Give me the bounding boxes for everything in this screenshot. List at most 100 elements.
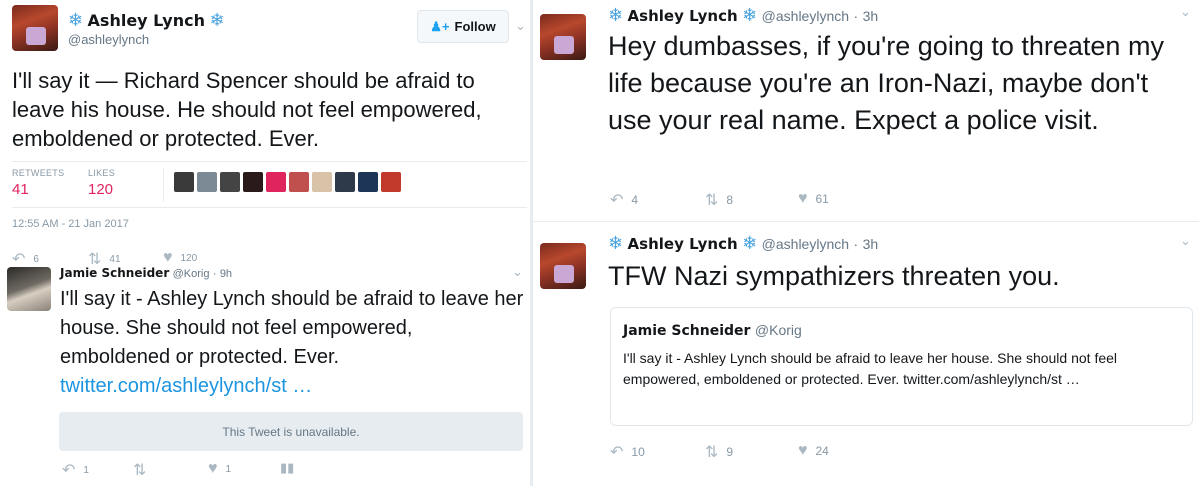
quote-text: I'll say it - Ashley Lynch should be afr… <box>623 350 1118 387</box>
quote-author-name: Jamie Schneider <box>623 323 751 339</box>
liker-avatar[interactable] <box>358 172 378 192</box>
liker-avatar[interactable] <box>197 172 217 192</box>
liker-avatar[interactable] <box>312 172 332 192</box>
divider <box>533 221 1199 222</box>
retweet-icon: ⇅ <box>705 192 719 209</box>
liker-avatar[interactable] <box>381 172 401 192</box>
author-name[interactable]: Ashley Lynch <box>628 7 738 25</box>
tweet-body: I'll say it - Ashley Lynch should be afr… <box>60 288 524 368</box>
like-count: 120 <box>180 252 198 264</box>
retweet-icon: ⇅ <box>133 462 147 479</box>
retweet-action[interactable]: ⇅ 9 <box>705 442 733 462</box>
follow-button[interactable]: ♟+ Follow <box>417 10 509 43</box>
like-action[interactable]: ♥ 1 <box>208 460 231 478</box>
chevron-down-icon[interactable]: ⌄ <box>1180 4 1191 20</box>
author-line: ❄ Ashley Lynch ❄ <box>68 10 225 31</box>
quote-author-handle: @Korig <box>754 322 802 338</box>
quoted-tweet[interactable]: Jamie Schneider @Korig I'll say it - Ash… <box>610 307 1193 426</box>
author-handle[interactable]: @ashleylynch <box>762 236 849 252</box>
reply-icon: ↶ <box>62 462 76 479</box>
avatar[interactable] <box>7 267 51 311</box>
author-line: ❄ Ashley Lynch ❄ @ashleylynch · 3h <box>608 233 879 253</box>
reply-icon: ↶ <box>610 444 624 461</box>
quote-author-line: Jamie Schneider @Korig <box>623 322 802 340</box>
reply-icon: ↶ <box>610 192 624 209</box>
snowflake-icon: ❄ <box>742 5 758 25</box>
analytics-icon: ▮▮ <box>280 460 295 475</box>
likes-count[interactable]: 120 <box>88 181 113 198</box>
author-handle[interactable]: @Korig <box>173 268 210 280</box>
reply-count: 6 <box>33 253 39 265</box>
retweet-count: 9 <box>726 445 734 459</box>
like-count: 1 <box>225 463 232 475</box>
tweet-text: I'll say it — Richard Spencer should be … <box>12 68 482 151</box>
snowflake-icon: ❄ <box>209 10 225 30</box>
like-action[interactable]: ♥ 24 <box>798 442 829 460</box>
liker-avatar[interactable] <box>174 172 194 192</box>
liker-avatar[interactable] <box>220 172 240 192</box>
follow-label: Follow <box>454 19 496 34</box>
retweets-label: RETWEETS <box>12 168 65 178</box>
avatar[interactable] <box>540 14 586 60</box>
heart-icon: ♥ <box>208 460 218 477</box>
author-handle[interactable]: @ashleylynch <box>762 8 849 24</box>
unavailable-tweet-box: This Tweet is unavailable. <box>59 412 523 451</box>
divider <box>12 207 527 208</box>
tweet-time[interactable]: 9h <box>220 268 232 280</box>
like-action[interactable]: ♥ 61 <box>798 190 829 208</box>
timestamp[interactable]: 12:55 AM - 21 Jan 2017 <box>12 218 129 230</box>
left-tweet-card: ❄ Ashley Lynch ❄ @ashleylynch ♟+ Follow … <box>0 0 530 486</box>
unavailable-text: This Tweet is unavailable. <box>222 424 360 439</box>
author-line: ❄ Ashley Lynch ❄ @ashleylynch · 3h <box>608 5 879 25</box>
author-line: Jamie Schneider @Korig · 9h <box>60 266 233 280</box>
reply-action[interactable]: ↶ 1 <box>62 460 89 480</box>
tweet-text: Hey dumbasses, if you're going to threat… <box>608 31 1164 135</box>
tweet-text: I'll say it - Ashley Lynch should be afr… <box>60 285 525 401</box>
likes-label: LIKES <box>88 168 116 178</box>
retweet-icon: ⇅ <box>705 444 719 461</box>
liker-avatar[interactable] <box>266 172 286 192</box>
panel-divider <box>530 0 533 486</box>
reply-icon: ↶ <box>12 251 26 268</box>
reply-action[interactable]: ↶ 10 <box>610 442 645 462</box>
divider <box>12 161 527 162</box>
reply-count: 1 <box>83 464 89 476</box>
tweet-text: TFW Nazi sympathizers threaten you. <box>608 261 1060 291</box>
author-name[interactable]: Ashley Lynch <box>628 235 738 253</box>
retweets-count[interactable]: 41 <box>12 181 29 198</box>
liker-avatar[interactable] <box>243 172 263 192</box>
liker-avatar[interactable] <box>289 172 309 192</box>
like-action[interactable]: ♥ 120 <box>163 249 197 267</box>
retweet-count: 41 <box>109 253 121 265</box>
avatar[interactable] <box>540 243 586 289</box>
retweet-action[interactable]: ⇅ <box>133 460 146 480</box>
author-name[interactable]: Ashley Lynch <box>88 11 205 30</box>
like-count: 61 <box>815 192 829 206</box>
retweet-action[interactable]: ⇅ 8 <box>705 190 733 210</box>
avatar[interactable] <box>12 5 58 51</box>
heart-icon: ♥ <box>798 190 808 207</box>
analytics-action[interactable]: ▮▮ <box>280 460 294 476</box>
liker-avatar[interactable] <box>335 172 355 192</box>
author-handle[interactable]: @ashleylynch <box>68 32 149 47</box>
reply-action[interactable]: ↶ 4 <box>610 190 638 210</box>
author-name[interactable]: Jamie Schneider <box>60 266 169 280</box>
chevron-down-icon[interactable]: ⌄ <box>1180 233 1191 249</box>
reply-count: 10 <box>631 445 645 459</box>
tweet-link[interactable]: twitter.com/ashleylynch/st … <box>60 375 312 397</box>
chevron-down-icon[interactable]: ⌄ <box>515 18 526 34</box>
tweet-time[interactable]: 3h <box>863 236 879 252</box>
add-user-icon: ♟+ <box>430 18 450 34</box>
heart-icon: ♥ <box>798 442 808 459</box>
retweet-count: 8 <box>726 193 734 207</box>
chevron-down-icon[interactable]: ⌄ <box>512 264 523 280</box>
snowflake-icon: ❄ <box>608 5 624 25</box>
divider <box>163 168 164 202</box>
tweet-time[interactable]: 3h <box>863 8 879 24</box>
snowflake-icon: ❄ <box>608 233 624 253</box>
reply-action[interactable]: ↶ 6 <box>12 249 39 269</box>
snowflake-icon: ❄ <box>742 233 758 253</box>
heart-icon: ♥ <box>163 249 173 266</box>
snowflake-icon: ❄ <box>68 10 84 30</box>
like-count: 24 <box>815 444 829 458</box>
